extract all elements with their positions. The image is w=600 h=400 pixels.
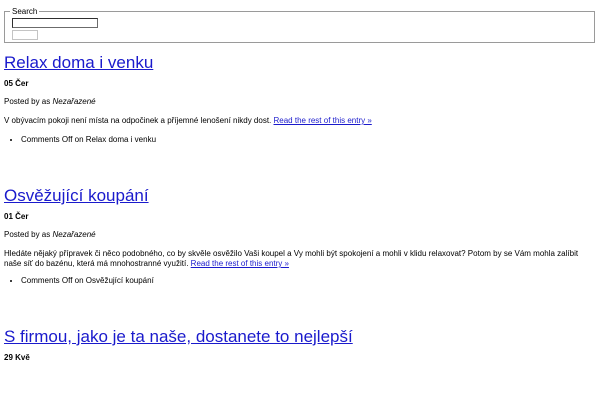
post-excerpt-text: V obývacím pokoji není místa na odpočine… (4, 116, 272, 125)
search-input[interactable] (12, 18, 98, 28)
page: Search Relax doma i venku 05 Čer Posted … (0, 0, 600, 400)
post-excerpt: Hledáte nějaký přípravek či něco podobné… (4, 249, 596, 269)
post-title-link[interactable]: Relax doma i venku (4, 53, 153, 72)
search-form: Search (4, 7, 595, 43)
read-more-link[interactable]: Read the rest of this entry » (274, 116, 372, 125)
post-excerpt: V obývacím pokoji není místa na odpočine… (4, 116, 596, 126)
search-button[interactable] (12, 30, 38, 40)
post-meta: Posted by as Nezařazené (4, 230, 596, 240)
post-date: 01 Čer (4, 212, 29, 221)
posted-by-text: Posted by as (4, 230, 51, 239)
post-title: Osvěžující koupání (4, 186, 596, 206)
post-category-link[interactable]: Nezařazené (52, 230, 95, 239)
post-category-link[interactable]: Nezařazené (52, 97, 95, 106)
post-excerpt-text: Hledáte nějaký přípravek či něco podobné… (4, 249, 579, 268)
post-title: Relax doma i venku (4, 53, 596, 73)
post-title-link[interactable]: Osvěžující koupání (4, 186, 149, 205)
post-title-link[interactable]: S firmou, jako je ta naše, dostanete to … (4, 327, 353, 346)
search-legend: Search (12, 7, 38, 16)
post-meta: Posted by as Nezařazené (4, 97, 596, 107)
posted-by-text: Posted by as (4, 97, 51, 106)
post-osvezujici-koupani: Osvěžující koupání 01 Čer Posted by as N… (4, 186, 596, 286)
post-footer: Comments Off on Relax doma i venku (4, 135, 596, 145)
post-date: 05 Čer (4, 79, 29, 88)
read-more-link[interactable]: Read the rest of this entry » (191, 259, 289, 268)
comments-status: Comments Off on Relax doma i venku (21, 135, 596, 145)
post-footer: Comments Off on Osvěžující koupání (4, 276, 596, 286)
comments-status: Comments Off on Osvěžující koupání (21, 276, 596, 286)
post-title: S firmou, jako je ta naše, dostanete to … (4, 327, 596, 347)
post-relax-doma: Relax doma i venku 05 Čer Posted by as N… (4, 53, 596, 145)
post-date: 29 Kvě (4, 353, 30, 362)
post-s-firmou: S firmou, jako je ta naše, dostanete to … (4, 327, 596, 363)
